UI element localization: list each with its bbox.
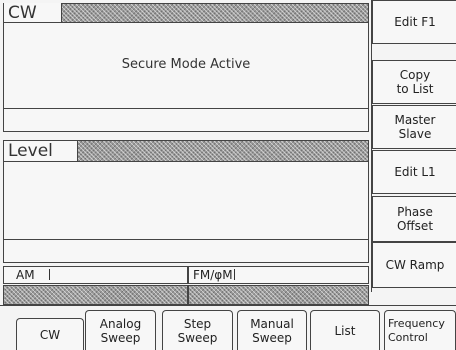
- softkey-edit-f1[interactable]: Edit F1: [372, 0, 456, 44]
- tab-cw[interactable]: CW: [16, 318, 84, 350]
- status-hatch-right: [188, 285, 369, 305]
- softkey-master-slave[interactable]: Master Slave: [372, 105, 456, 149]
- tab-bar-baseline: [0, 305, 456, 306]
- softkey-copy-to-list[interactable]: Copy to List: [372, 60, 456, 104]
- softkey-phase-offset[interactable]: Phase Offset: [372, 196, 456, 242]
- softkey-cw-ramp[interactable]: CW Ramp: [372, 242, 456, 288]
- am-status-box: AM: [3, 266, 188, 284]
- cw-status-line: [3, 108, 369, 132]
- am-indicator: [48, 269, 50, 280]
- status-hatch-left: [3, 285, 188, 305]
- secure-mode-message: Secure Mode Active: [121, 57, 251, 72]
- level-status-line: [3, 239, 369, 263]
- softkey-column: Edit F1 Copy to List Master Slave Edit L…: [371, 0, 456, 292]
- cw-section-label: CW: [4, 3, 62, 23]
- softkey-edit-l1[interactable]: Edit L1: [372, 150, 456, 194]
- tab-step-sweep[interactable]: Step Sweep: [162, 310, 233, 350]
- fm-label: FM/φM: [193, 268, 233, 282]
- level-section-label: Level: [4, 141, 78, 161]
- fm-status-box: FM/φM: [188, 266, 369, 284]
- level-display-panel: [3, 161, 369, 240]
- fm-indicator: [233, 269, 235, 280]
- tab-list[interactable]: List: [310, 310, 380, 350]
- tab-manual-sweep[interactable]: Manual Sweep: [237, 310, 307, 350]
- am-label: AM: [16, 268, 35, 282]
- tab-analog-sweep[interactable]: Analog Sweep: [85, 310, 156, 350]
- tab-frequency-control[interactable]: Frequency Control: [384, 310, 456, 350]
